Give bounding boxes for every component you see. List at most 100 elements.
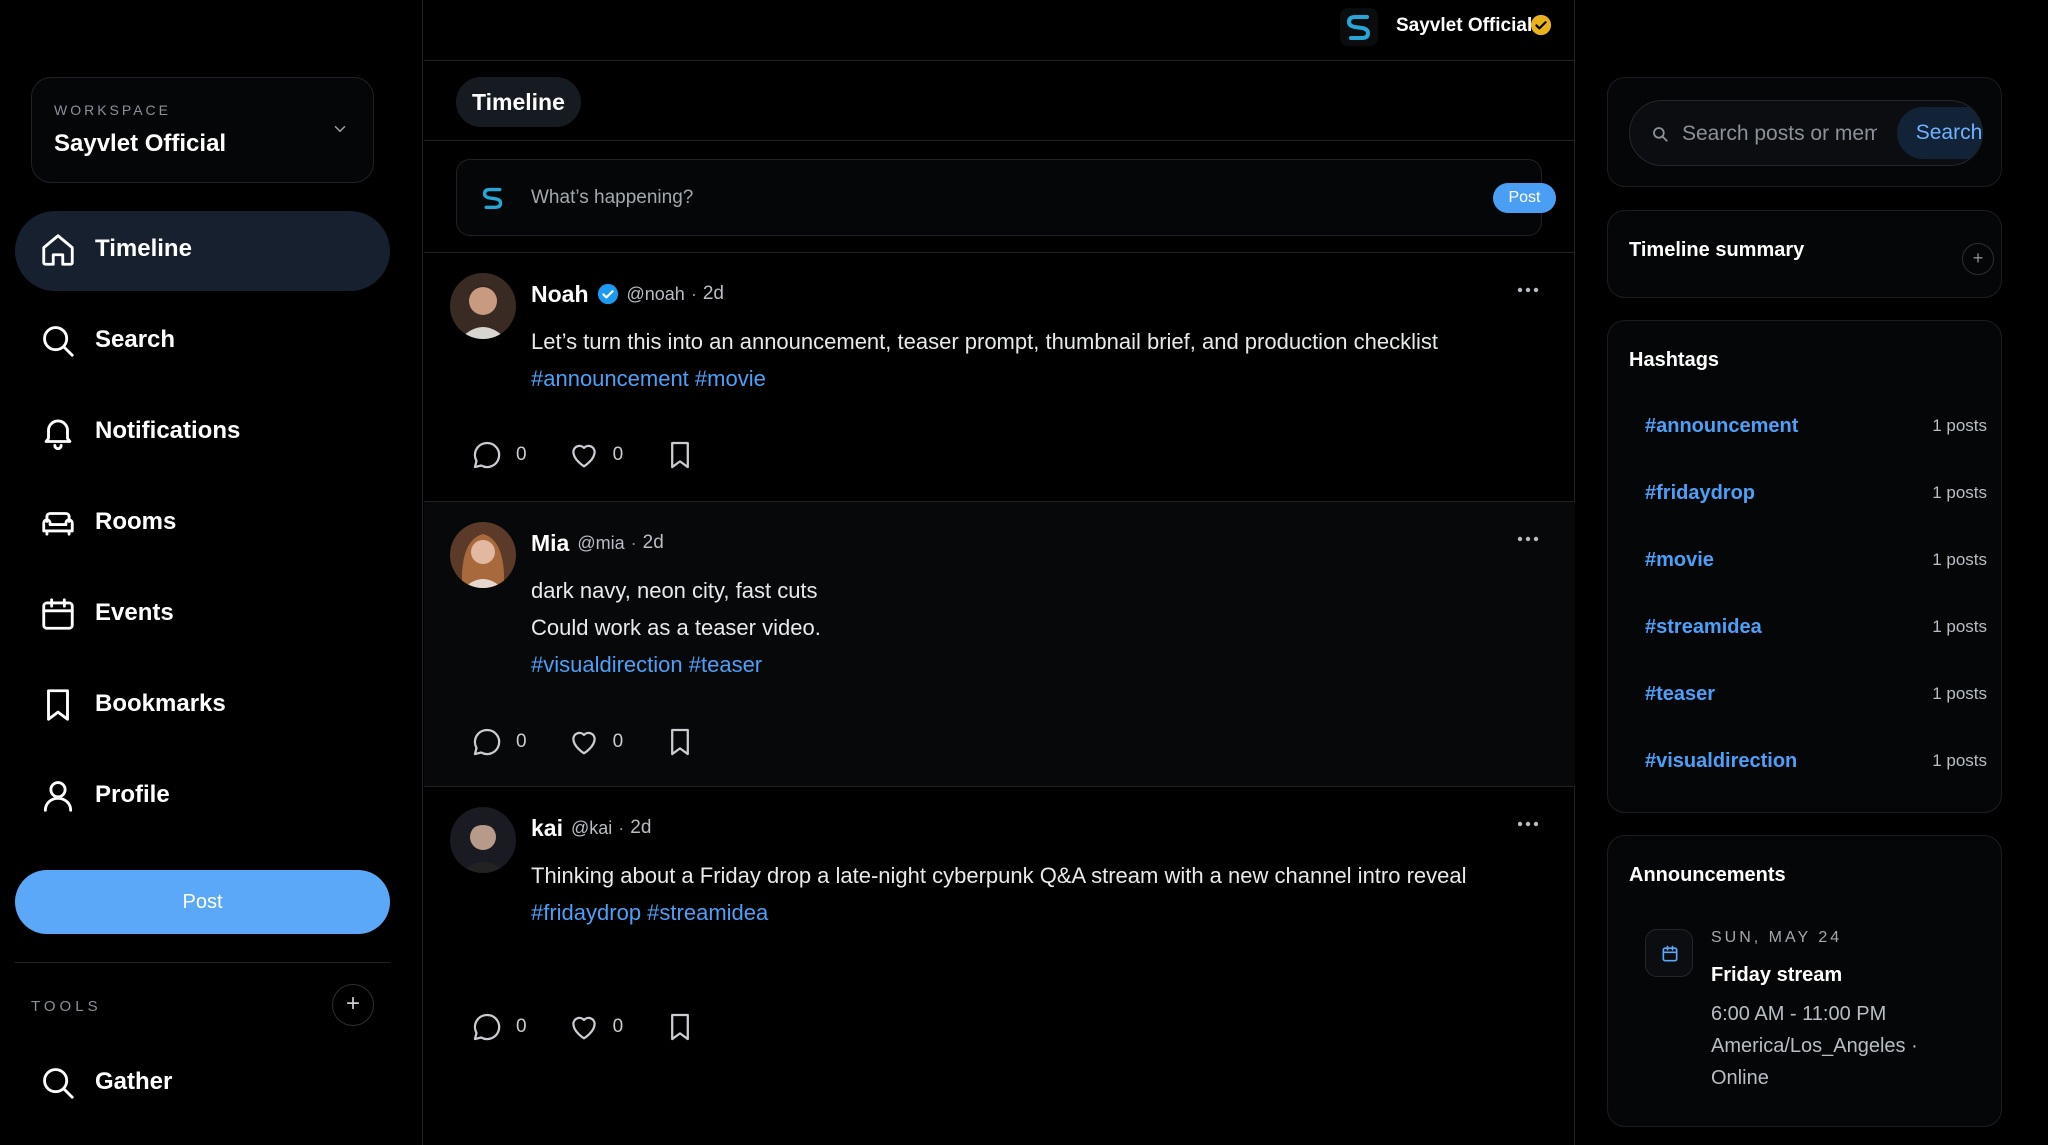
nav-item-events[interactable]: Events — [15, 575, 390, 655]
announcement-time: 6:00 AM - 11:00 PM — [1711, 1003, 1887, 1025]
account-name[interactable]: Sayvlet Official — [1396, 15, 1532, 37]
nav-item-timeline[interactable]: Timeline — [15, 211, 390, 291]
like-button[interactable]: 0 — [567, 1010, 624, 1044]
post-timestamp: 2d — [642, 532, 664, 553]
user-icon — [43, 781, 73, 812]
nav-label: Bookmarks — [95, 690, 226, 717]
post-item: Mia @mia · 2d dark navy, neon city, fast… — [424, 502, 1575, 787]
post-hashtags[interactable]: #fridaydrop #streamidea — [531, 894, 1471, 931]
heart-icon — [571, 731, 596, 755]
post-hashtags[interactable]: #announcement #movie — [531, 360, 1511, 397]
comment-icon — [473, 728, 501, 756]
left-sidebar: WORKSPACE Sayvlet Official Timeline Sear… — [0, 0, 423, 1145]
post-author-name[interactable]: Noah — [531, 281, 589, 308]
bookmark-button[interactable] — [663, 1010, 697, 1044]
hashtag-item[interactable]: #visualdirection 1 posts — [1645, 746, 1987, 776]
nav-item-profile[interactable]: Profile — [15, 757, 390, 837]
hashtag-count: 1 posts — [1932, 617, 1987, 636]
hashtag-count: 1 posts — [1932, 684, 1987, 703]
comment-count: 0 — [516, 731, 527, 752]
search-button[interactable]: Search — [1897, 107, 1982, 159]
post-body: dark navy, neon city, fast cuts Could wo… — [531, 572, 1511, 683]
hashtag-item[interactable]: #announcement 1 posts — [1645, 411, 1987, 441]
nav-item-search[interactable]: Search — [15, 302, 390, 382]
expand-summary-button[interactable]: + — [1962, 243, 1994, 275]
nav-item-rooms[interactable]: Rooms — [15, 484, 390, 564]
nav-label: Events — [95, 599, 174, 626]
tools-label: TOOLS — [31, 998, 102, 1015]
bookmark-icon — [671, 441, 690, 469]
post-body: Thinking about a Friday drop a late-nigh… — [531, 857, 1471, 931]
comment-count: 0 — [516, 444, 527, 465]
comment-button[interactable]: 0 — [470, 1010, 527, 1044]
bookmark-button[interactable] — [663, 438, 697, 472]
hashtag-count: 1 posts — [1932, 751, 1987, 770]
tab-timeline[interactable]: Timeline — [456, 77, 581, 127]
post-author-handle[interactable]: @mia — [577, 533, 624, 554]
search-box: Search — [1629, 100, 1983, 166]
timeline-column: Sayvlet Official Timeline Post Noah @noa… — [424, 0, 1575, 1145]
search-input[interactable] — [1682, 117, 1877, 151]
more-options-icon[interactable] — [1511, 522, 1545, 556]
post-author-name[interactable]: kai — [531, 815, 563, 842]
hashtag-count: 1 posts — [1932, 416, 1987, 435]
comment-button[interactable]: 0 — [470, 438, 527, 472]
nav-item-notifications[interactable]: Notifications — [15, 393, 390, 473]
hashtag-item[interactable]: #fridaydrop 1 posts — [1645, 478, 1987, 508]
hashtag-link[interactable]: #streamidea — [1645, 616, 1762, 639]
bookmark-icon — [671, 728, 690, 756]
comment-count: 0 — [516, 1016, 527, 1037]
nav-label: Search — [95, 326, 176, 353]
calendar-icon — [42, 598, 74, 630]
hashtag-link[interactable]: #visualdirection — [1645, 750, 1797, 773]
hashtag-link[interactable]: #announcement — [1645, 415, 1798, 438]
timeline-summary-card: Timeline summary + — [1607, 210, 2002, 298]
post-author-handle[interactable]: @noah — [627, 284, 685, 305]
right-sidebar: Search Timeline summary + Hashtags #anno… — [1575, 0, 2048, 1145]
add-tool-button[interactable]: + — [332, 984, 374, 1026]
nav-label: Profile — [95, 781, 170, 808]
announcement-title[interactable]: Friday stream — [1711, 964, 1842, 987]
hashtag-link[interactable]: #teaser — [1645, 683, 1715, 706]
like-button[interactable]: 0 — [567, 725, 623, 759]
comment-button[interactable]: 0 — [470, 725, 527, 759]
post-header: kai @kai · 2d — [531, 813, 651, 843]
more-options-icon[interactable] — [1511, 807, 1545, 841]
bookmark-icon — [671, 1013, 690, 1041]
nav-item-bookmarks[interactable]: Bookmarks — [15, 666, 390, 746]
post-item: Noah @noah · 2d Let’s turn this into an … — [424, 253, 1575, 502]
search-icon — [43, 1068, 74, 1099]
workspace-switcher[interactable]: WORKSPACE Sayvlet Official — [31, 77, 374, 183]
post-author-name[interactable]: Mia — [531, 530, 569, 557]
hashtag-item[interactable]: #teaser 1 posts — [1645, 679, 1987, 709]
chevron-down-icon — [334, 126, 346, 132]
avatar[interactable] — [450, 522, 516, 588]
hashtag-item[interactable]: #streamidea 1 posts — [1645, 612, 1987, 642]
post-author-handle[interactable]: @kai — [571, 818, 612, 839]
like-count: 0 — [612, 1016, 624, 1037]
composer-post-button[interactable]: Post — [1493, 183, 1556, 213]
post-hashtags[interactable]: #visualdirection #teaser — [531, 646, 1511, 683]
workspace-label: WORKSPACE — [54, 102, 171, 118]
nav-label: Notifications — [95, 417, 241, 444]
announcements-card: Announcements SUN, MAY 24 Friday stream … — [1607, 835, 2002, 1127]
composer: Post — [456, 159, 1556, 236]
post-button[interactable]: Post — [15, 870, 390, 934]
composer-input[interactable] — [531, 182, 1431, 214]
separator-dot: · — [630, 532, 637, 553]
bookmark-button[interactable] — [663, 725, 697, 759]
heart-icon — [571, 1016, 596, 1040]
post-timestamp: 2d — [630, 817, 652, 838]
sayvlet-logo-icon[interactable] — [1340, 8, 1378, 46]
hashtag-item[interactable]: #movie 1 posts — [1645, 545, 1987, 575]
hashtag-link[interactable]: #fridaydrop — [1645, 482, 1755, 505]
hashtag-link[interactable]: #movie — [1645, 549, 1714, 572]
avatar[interactable] — [450, 273, 516, 339]
like-button[interactable]: 0 — [567, 438, 623, 472]
nav-label: Rooms — [95, 508, 177, 535]
bookmark-icon — [47, 689, 69, 721]
composer-section: Post — [424, 141, 1575, 253]
more-options-icon[interactable] — [1511, 273, 1545, 307]
tool-item-gather[interactable]: Gather — [15, 1044, 390, 1124]
avatar[interactable] — [450, 807, 516, 873]
